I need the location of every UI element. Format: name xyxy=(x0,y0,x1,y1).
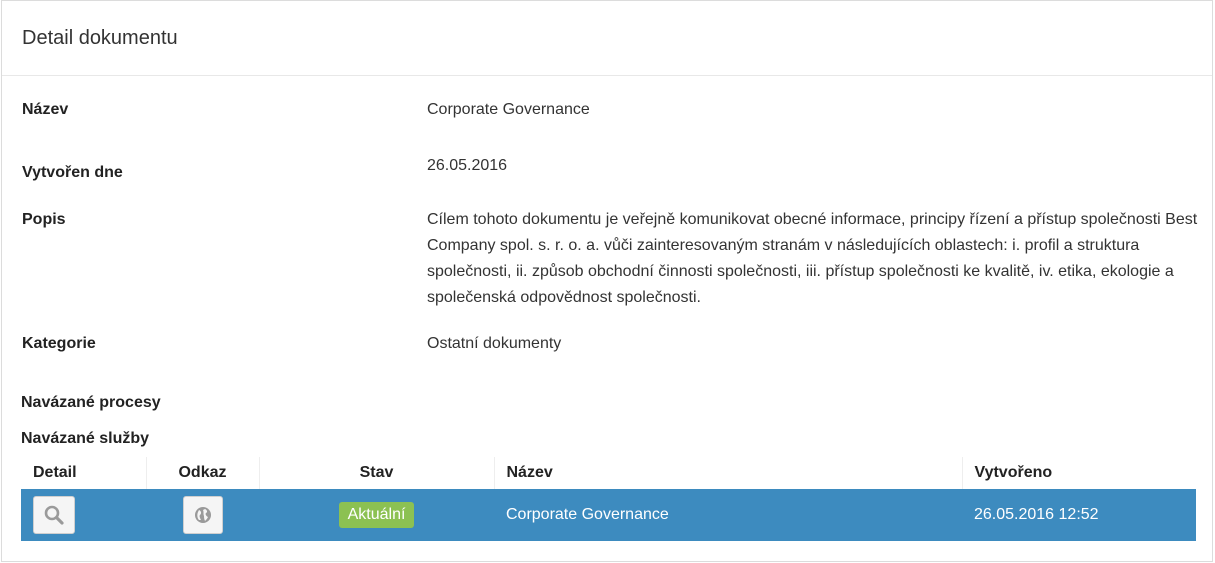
field-name-value: Corporate Governance xyxy=(427,101,590,118)
field-created-label: Vytvořen dne xyxy=(22,164,123,181)
table-row[interactable]: Aktuální Corporate Governance 26.05.2016… xyxy=(21,489,1196,541)
cell-name: Corporate Governance xyxy=(494,489,962,541)
col-detail[interactable]: Detail xyxy=(21,457,146,489)
globe-icon xyxy=(194,507,211,523)
table-header-row: Detail Odkaz Stav Název Vytvořeno xyxy=(21,457,1196,489)
panel-header: Detail dokumentu xyxy=(2,1,1212,76)
page-title: Detail dokumentu xyxy=(22,26,178,49)
cell-created: 26.05.2016 12:52 xyxy=(962,489,1196,541)
field-category-label: Kategorie xyxy=(22,335,96,352)
linked-processes-title: Navázané procesy xyxy=(21,394,161,411)
col-name[interactable]: Název xyxy=(493,457,962,489)
search-icon xyxy=(44,505,64,525)
col-status[interactable]: Stav xyxy=(258,457,494,489)
field-description-label: Popis xyxy=(22,211,66,228)
linked-services-table: Detail Odkaz Stav Název Vytvořeno Aktuál… xyxy=(21,457,1196,541)
field-name-label: Název xyxy=(22,101,69,118)
document-detail-panel: Detail dokumentu Název Corporate Governa… xyxy=(1,0,1213,562)
col-link[interactable]: Odkaz xyxy=(145,457,259,489)
linked-services-title: Navázané služby xyxy=(21,430,150,447)
detail-button[interactable] xyxy=(33,496,75,534)
col-created[interactable]: Vytvořeno xyxy=(961,457,1196,489)
cell-status: Aktuální xyxy=(259,489,494,541)
cell-link xyxy=(146,489,259,541)
cell-detail xyxy=(21,489,146,541)
field-description-value: Cílem tohoto dokumentu je veřejně komuni… xyxy=(427,211,1198,306)
status-badge: Aktuální xyxy=(338,502,415,528)
field-created-value: 26.05.2016 xyxy=(427,157,508,174)
field-category-value: Ostatní dokumenty xyxy=(427,335,562,352)
link-button[interactable] xyxy=(182,496,223,534)
